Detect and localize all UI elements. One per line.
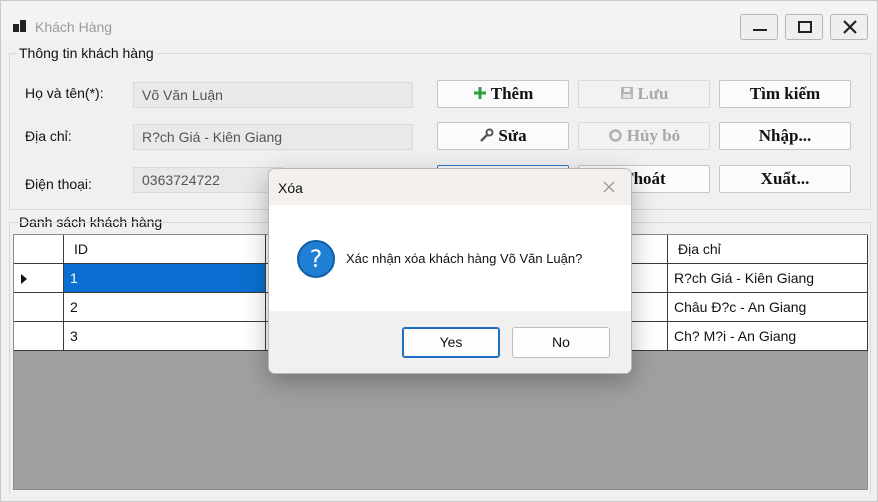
- minimize-button[interactable]: [740, 14, 778, 40]
- undo-icon: [608, 128, 622, 142]
- dialog-body: ? Xác nhận xóa khách hàng Võ Văn Luận?: [269, 205, 631, 311]
- window-title: Khách Hàng: [35, 19, 113, 35]
- address-label: Địa chỉ:: [25, 128, 72, 144]
- current-row-arrow-icon: [21, 274, 27, 284]
- table-cell-id[interactable]: 3: [64, 322, 266, 351]
- name-field[interactable]: [133, 82, 413, 108]
- floppy-icon: [620, 87, 633, 100]
- plus-icon: [473, 87, 486, 100]
- row-header[interactable]: [14, 293, 64, 322]
- dialog-message: Xác nhận xóa khách hàng Võ Văn Luận?: [346, 251, 583, 266]
- maximize-icon: [798, 21, 812, 33]
- row-header[interactable]: [14, 264, 64, 293]
- import-button[interactable]: Nhập...: [719, 122, 851, 150]
- app-icon: [13, 18, 29, 34]
- table-cell-address[interactable]: R?ch Giá - Kiên Giang: [668, 264, 868, 293]
- dialog-title: Xóa: [278, 180, 303, 196]
- column-header-address[interactable]: Địa chỉ: [668, 235, 868, 264]
- search-button-label: Tìm kiếm: [749, 84, 821, 103]
- close-window-button[interactable]: [830, 14, 868, 40]
- table-cell-id[interactable]: 2: [64, 293, 266, 322]
- add-button-label: Thêm: [490, 84, 534, 103]
- cancel-button-label: Hủy bỏ: [626, 126, 681, 145]
- yes-button[interactable]: Yes: [402, 327, 500, 358]
- row-header-corner: [14, 235, 64, 264]
- name-label: Họ và tên(*):: [25, 85, 104, 101]
- minimize-icon: [753, 29, 767, 31]
- add-button[interactable]: Thêm: [437, 80, 569, 108]
- phone-label: Điện thoại:: [25, 176, 92, 192]
- maximize-button[interactable]: [785, 14, 823, 40]
- import-button-label: Nhập...: [758, 126, 812, 145]
- customer-info-title: Thông tin khách hàng: [17, 45, 156, 61]
- dialog-title-bar: Xóa: [269, 169, 631, 205]
- edit-button[interactable]: Sửa: [437, 122, 569, 150]
- table-cell-id[interactable]: 1: [64, 264, 266, 293]
- cancel-button[interactable]: Hủy bỏ: [578, 122, 710, 150]
- no-button[interactable]: No: [512, 327, 610, 358]
- column-header-id[interactable]: ID: [64, 235, 266, 264]
- export-button[interactable]: Xuất...: [719, 165, 851, 193]
- dialog-footer: Yes No: [269, 311, 631, 373]
- phone-field[interactable]: [133, 167, 283, 193]
- close-icon: [843, 20, 857, 34]
- save-button[interactable]: Lưu: [578, 80, 710, 108]
- table-cell-address[interactable]: Ch? M?i - An Giang: [668, 322, 868, 351]
- table-cell-address[interactable]: Châu Đ?c - An Giang: [668, 293, 868, 322]
- edit-button-label: Sửa: [498, 126, 527, 145]
- question-icon: ?: [297, 240, 335, 278]
- wrench-icon: [480, 128, 494, 142]
- export-button-label: Xuất...: [760, 169, 810, 188]
- row-header[interactable]: [14, 322, 64, 351]
- main-window: Khách Hàng Thông tin khách hàng Họ và tê…: [0, 0, 878, 502]
- dialog-close-button[interactable]: [595, 175, 623, 199]
- address-field[interactable]: [133, 124, 413, 150]
- save-button-label: Lưu: [637, 84, 669, 103]
- close-icon: [603, 181, 615, 193]
- title-bar: Khách Hàng: [1, 1, 877, 41]
- confirm-delete-dialog: Xóa ? Xác nhận xóa khách hàng Võ Văn Luậ…: [268, 168, 632, 374]
- search-button[interactable]: Tìm kiếm: [719, 80, 851, 108]
